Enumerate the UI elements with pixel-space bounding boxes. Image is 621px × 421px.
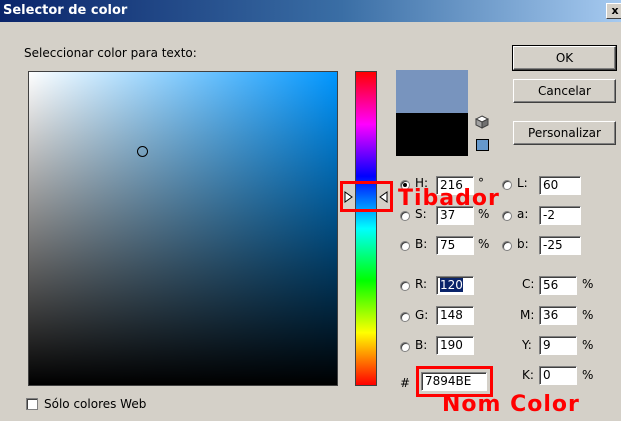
radio-b-hsb[interactable]: [400, 241, 410, 251]
b-lab-label: b:: [517, 237, 529, 251]
custom-button[interactable]: Personalizar: [513, 121, 616, 145]
old-color-swatch[interactable]: [396, 113, 468, 156]
cancel-button[interactable]: Cancelar: [513, 79, 616, 103]
m-input[interactable]: 36: [539, 306, 577, 325]
m-unit: %: [582, 308, 594, 322]
radio-s[interactable]: [400, 211, 410, 221]
close-button[interactable]: x: [606, 3, 621, 19]
radio-l[interactable]: [502, 180, 512, 190]
web-only-checkbox[interactable]: [26, 398, 38, 410]
radio-g[interactable]: [400, 312, 410, 322]
b-lab-input[interactable]: -25: [539, 236, 581, 255]
new-color-swatch: [396, 70, 468, 113]
radio-a[interactable]: [502, 211, 512, 221]
color-picker-dialog: Selector de color x Seleccionar color pa…: [0, 0, 621, 421]
hue-slider[interactable]: [355, 71, 377, 386]
g-label: G:: [415, 308, 429, 322]
radio-r[interactable]: [400, 281, 410, 291]
k-input[interactable]: 0: [539, 366, 577, 385]
color-field-cursor[interactable]: [137, 146, 148, 157]
radio-b-lab[interactable]: [502, 241, 512, 251]
l-label: L:: [517, 176, 528, 190]
c-label: C:: [522, 277, 535, 291]
a-label: a:: [517, 207, 529, 221]
k-unit: %: [582, 368, 594, 382]
b-rgb-input[interactable]: 190: [436, 336, 474, 355]
b-hsb-unit: %: [478, 237, 490, 251]
k-label: K:: [522, 368, 534, 382]
slider-highlight-box: [340, 181, 393, 212]
r-input-value: 120: [440, 278, 463, 292]
r-label: R:: [415, 277, 428, 291]
r-input[interactable]: 120: [436, 276, 474, 295]
g-input[interactable]: 148: [436, 306, 474, 325]
ok-button[interactable]: OK: [512, 45, 617, 71]
radio-b-rgb[interactable]: [400, 342, 410, 352]
c-unit: %: [582, 277, 594, 291]
a-input[interactable]: -2: [539, 206, 581, 225]
window-title: Selector de color: [3, 3, 128, 18]
b-rgb-label: B:: [415, 338, 428, 352]
l-input[interactable]: 60: [539, 176, 581, 195]
swatch-icon[interactable]: [476, 139, 489, 151]
y-input[interactable]: 9: [539, 336, 577, 355]
y-unit: %: [582, 338, 594, 352]
color-name-annotation: Nom Color: [442, 392, 580, 417]
prompt-label: Seleccionar color para texto:: [24, 46, 197, 60]
m-label: M:: [520, 308, 535, 322]
color-field[interactable]: [28, 71, 338, 386]
y-label: Y:: [522, 338, 532, 352]
b-hsb-label: B:: [415, 237, 428, 251]
hex-prefix: #: [400, 376, 411, 390]
cube-icon[interactable]: [475, 115, 489, 129]
slider-annotation: Tibador: [398, 186, 500, 211]
b-hsb-input[interactable]: 75: [436, 236, 474, 255]
c-input[interactable]: 56: [539, 276, 577, 295]
web-only-label: Sólo colores Web: [44, 397, 147, 411]
title-bar: Selector de color x: [0, 0, 621, 22]
